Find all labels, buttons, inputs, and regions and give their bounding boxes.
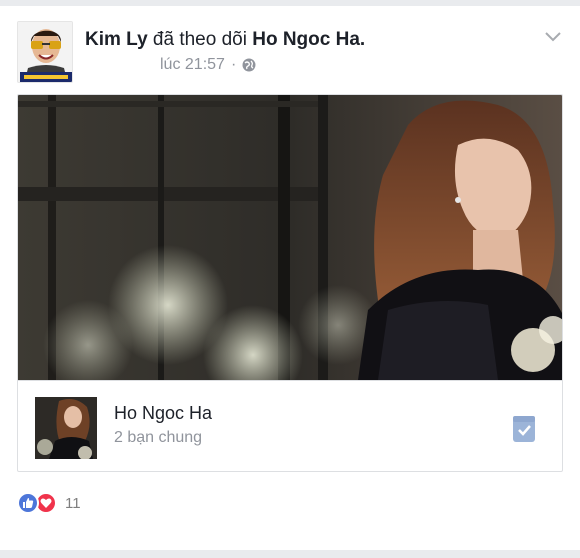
- timestamp-link[interactable]: lúc 21:57: [160, 56, 225, 74]
- page-name-link[interactable]: Ho Ngoc Ha: [114, 403, 212, 424]
- actor-name-link[interactable]: Kim Ly: [85, 29, 148, 50]
- mutual-friends-link[interactable]: 2 bạn chung: [114, 429, 202, 447]
- actor-avatar[interactable]: [17, 21, 73, 83]
- meta-separator: ·: [230, 56, 237, 73]
- story-meta: lúc 21:57 ·: [160, 56, 256, 74]
- page-thumbnail[interactable]: [35, 397, 97, 459]
- followed-check-icon[interactable]: [511, 414, 537, 444]
- target-name-link[interactable]: Ho Ngoc Ha.: [252, 29, 365, 50]
- chevron-down-icon[interactable]: [544, 30, 562, 42]
- page-card-footer: Ho Ngoc Ha 2 bạn chung: [18, 380, 562, 471]
- reaction-count[interactable]: 11: [65, 495, 81, 512]
- feed-story: Kim Ly đã theo dõi Ho Ngoc Ha. lúc 21:57…: [0, 6, 580, 550]
- story-verb: đã theo dõi: [152, 29, 247, 50]
- like-reaction-icon: [17, 492, 39, 514]
- page-card[interactable]: Ho Ngoc Ha 2 bạn chung: [17, 94, 563, 472]
- reactions-summary[interactable]: 11: [17, 492, 81, 514]
- page-cover-photo[interactable]: [18, 95, 562, 380]
- story-headline: Kim Ly đã theo dõi Ho Ngoc Ha.: [85, 28, 365, 52]
- feed-bottom-separator: [0, 550, 580, 558]
- globe-icon[interactable]: [242, 58, 256, 72]
